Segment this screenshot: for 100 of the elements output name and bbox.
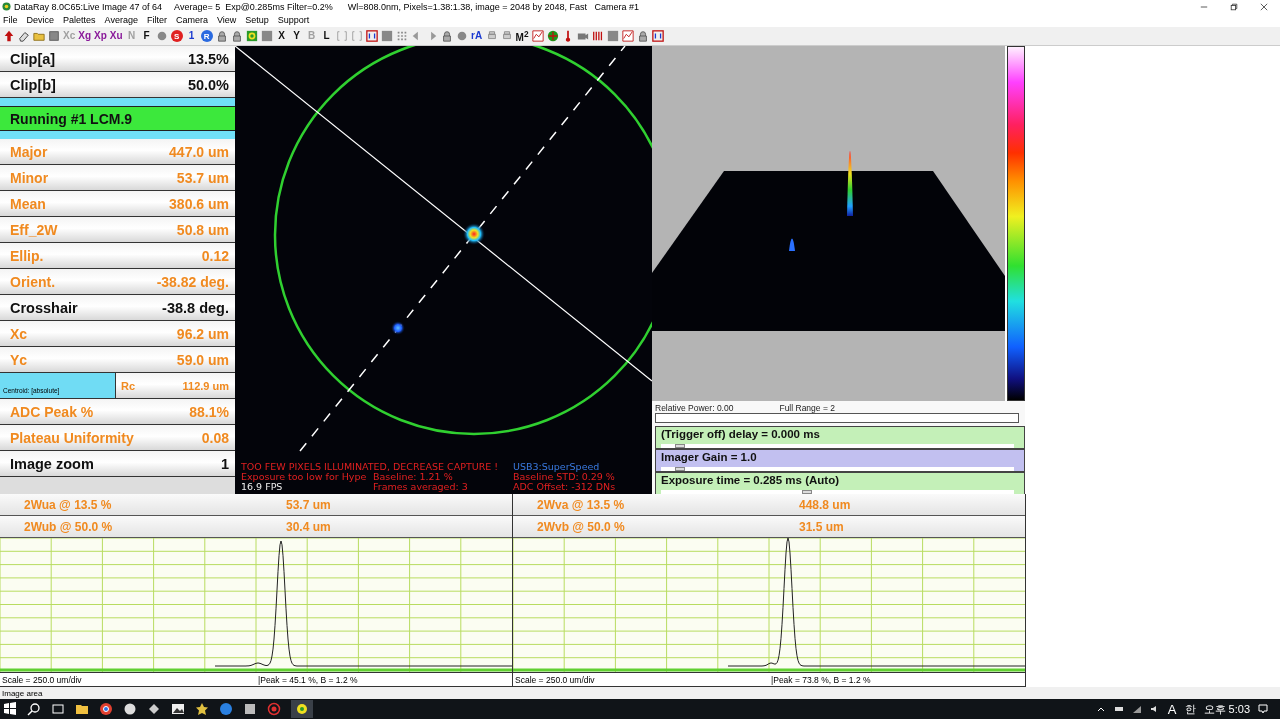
task-view-icon[interactable] — [51, 702, 65, 716]
app-icon[interactable] — [291, 700, 313, 718]
adc-offset-reading: ADC Offset: -312 DNs — [513, 482, 616, 492]
slider-track[interactable] — [661, 467, 1014, 471]
app-icon[interactable] — [147, 702, 161, 716]
close-icon[interactable] — [1260, 2, 1268, 11]
chart-icon[interactable] — [621, 30, 634, 42]
slider-track[interactable] — [661, 444, 1014, 448]
crosshair-icon[interactable] — [546, 30, 559, 42]
slider-track[interactable] — [661, 490, 1014, 494]
lock-icon[interactable] — [230, 30, 243, 42]
toolbar-button[interactable]: L — [320, 30, 333, 42]
clock[interactable]: 오후 5:03 — [1203, 701, 1250, 717]
menu-item[interactable]: Average — [104, 15, 138, 25]
fps-reading: 16.9 FPS — [241, 482, 283, 492]
result-label: Plateau Uniformity — [10, 429, 134, 446]
ime-indicator[interactable]: 한 — [1184, 701, 1196, 717]
menu-item[interactable]: View — [216, 15, 237, 25]
star-icon[interactable] — [195, 702, 209, 716]
search-icon[interactable] — [27, 702, 41, 716]
app-icon[interactable] — [243, 702, 257, 716]
frame-icon[interactable] — [365, 30, 378, 42]
result-label: Image zoom — [10, 455, 94, 472]
width-value: 31.5 um — [798, 519, 844, 534]
width-value: 53.7 um — [285, 497, 331, 512]
dot-icon[interactable] — [155, 30, 168, 42]
square-icon[interactable] — [606, 30, 619, 42]
toolbar-button[interactable]: R — [200, 30, 213, 42]
lock-icon[interactable] — [440, 30, 453, 42]
menu-item[interactable]: Palettes — [63, 15, 96, 25]
menu-item[interactable]: Filter — [146, 15, 167, 25]
scale-reading: Scale = 250.0 um/div — [514, 674, 596, 685]
printer-icon[interactable] — [500, 30, 513, 42]
chart-icon[interactable] — [531, 30, 544, 42]
menu-item[interactable]: Support — [277, 15, 310, 25]
result-label: Clip[a] — [10, 50, 56, 67]
frame-icon[interactable] — [651, 30, 664, 42]
bars-icon[interactable] — [591, 30, 604, 42]
toolbar-button[interactable]: Xg — [78, 30, 91, 42]
result-label: Crosshair — [10, 299, 78, 316]
toolbar-button[interactable]: X — [275, 30, 288, 42]
dot-icon[interactable] — [455, 30, 468, 42]
lock-icon[interactable] — [636, 30, 649, 42]
result-value: -38.8 deg. — [162, 299, 229, 316]
toolbar-button[interactable]: Y — [290, 30, 303, 42]
battery-icon[interactable] — [1113, 704, 1124, 714]
square-icon[interactable] — [380, 30, 393, 42]
arrow-icon[interactable] — [3, 30, 15, 42]
result-value: -38.82 deg. — [156, 273, 229, 290]
width-label: 2Wva @ 13.5 % — [536, 497, 626, 512]
grid-icon[interactable] — [395, 30, 408, 42]
camera-icon[interactable] — [576, 30, 589, 42]
result-value: 96.2 um — [176, 325, 229, 342]
lock-icon[interactable] — [215, 30, 228, 42]
result-value: 380.6 um — [169, 195, 229, 212]
toolbar-button[interactable]: Xp — [94, 30, 107, 42]
result-label: Eff_2W — [10, 221, 58, 238]
toolbar-button[interactable]: Xu — [109, 30, 123, 42]
windows-icon[interactable] — [3, 702, 17, 716]
baseline-std-reading: Baseline STD: 0.29 % — [513, 472, 615, 482]
square-icon[interactable] — [260, 30, 273, 42]
result-label: Minor — [10, 169, 49, 186]
notification-icon[interactable] — [1258, 704, 1268, 714]
slider-label: Imager Gain = 1.0 — [661, 451, 758, 463]
slider-label: Exposure time = 0.285 ms (Auto) — [661, 474, 840, 486]
restore-icon[interactable] — [1230, 2, 1238, 11]
peak-reading: |Peak = 73.8 %, B = 1.2 % — [771, 674, 871, 685]
width-value: 30.4 um — [285, 519, 331, 534]
result-value: 88.1% — [189, 403, 229, 420]
target-icon[interactable] — [245, 30, 258, 42]
image-icon[interactable] — [171, 702, 185, 716]
record-icon[interactable] — [267, 702, 281, 716]
menu-item[interactable]: Device — [26, 15, 55, 25]
menu-item[interactable]: Camera — [175, 15, 208, 25]
eraser-icon[interactable] — [18, 30, 30, 42]
slider-thumb[interactable] — [675, 444, 686, 448]
network-icon[interactable] — [1131, 704, 1142, 714]
save-icon[interactable] — [48, 30, 60, 42]
slider-thumb[interactable] — [802, 490, 813, 494]
toolbar-button[interactable]: S — [170, 30, 183, 42]
result-value: 447.0 um — [169, 143, 229, 160]
menu-item[interactable]: Setup — [245, 15, 269, 25]
slider-thumb[interactable] — [675, 467, 686, 471]
toolbar-button[interactable]: rA — [470, 30, 483, 42]
slider-panel[interactable]: Imager Gain = 1.0 — [655, 449, 1025, 472]
toolbar-button[interactable]: M$^{2}$ — [515, 27, 529, 45]
input-mode-indicator[interactable]: A — [1167, 701, 1177, 717]
toolbar-button[interactable]: 1 — [185, 30, 198, 42]
slider-panel[interactable]: Exposure time = 0.285 ms (Auto) — [655, 472, 1025, 495]
full-range: Full Range = 2 — [779, 403, 835, 413]
browser-icon[interactable] — [99, 702, 113, 716]
printer-icon[interactable] — [485, 30, 498, 42]
app-icon[interactable] — [123, 702, 137, 716]
slider-panel[interactable]: (Trigger off) delay = 0.000 ms — [655, 426, 1025, 449]
menu-item[interactable]: File — [3, 15, 18, 25]
toolbar-button[interactable]: F — [140, 30, 153, 42]
result-value: 112.9 um — [182, 379, 229, 392]
folder-icon[interactable] — [75, 702, 89, 716]
result-label: Ellip. — [10, 247, 44, 264]
width-label: 2Wua @ 13.5 % — [23, 497, 113, 512]
